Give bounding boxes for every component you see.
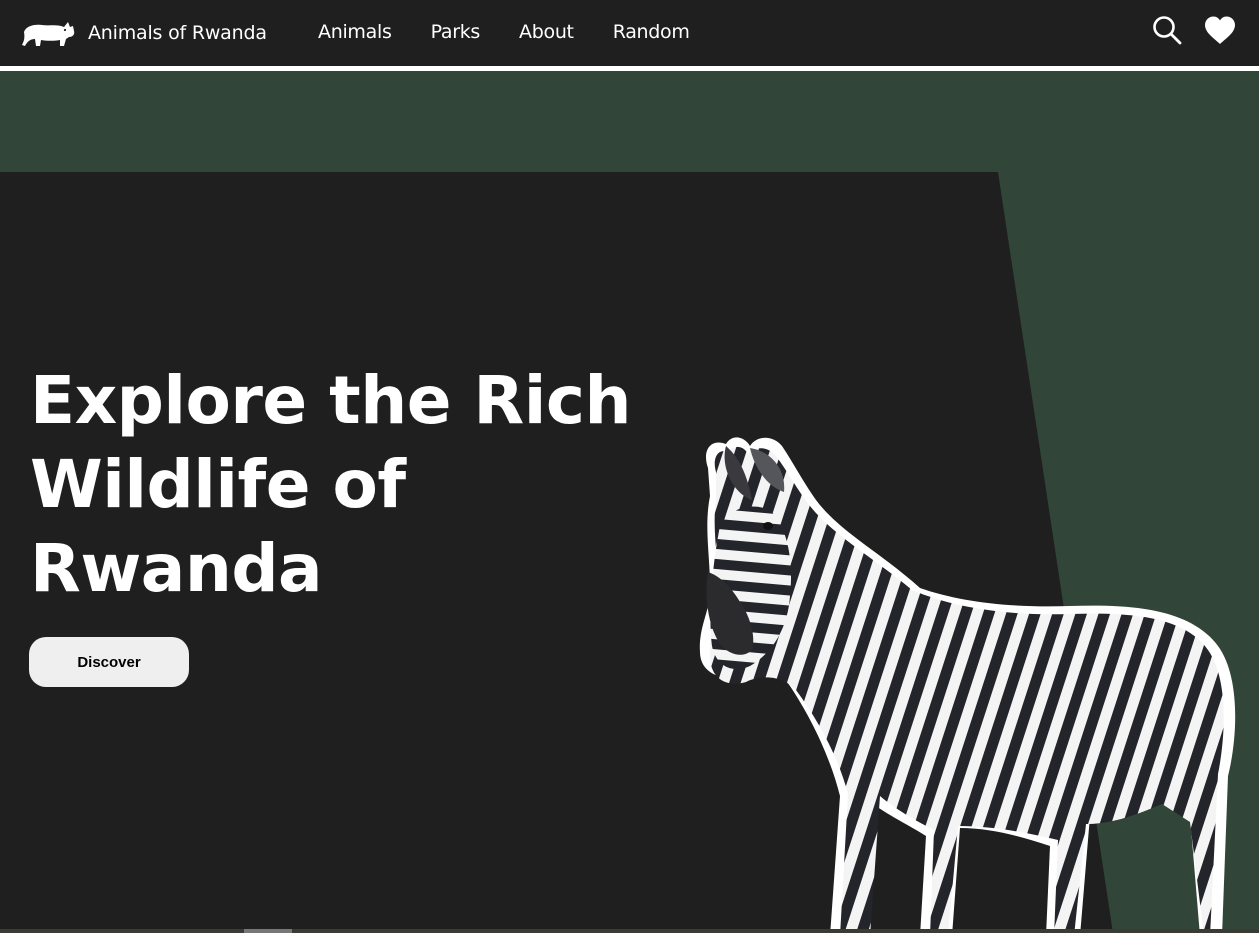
search-button[interactable] <box>1150 15 1184 49</box>
nav-link-parks[interactable]: Parks <box>431 18 481 46</box>
horizontal-scrollbar[interactable] <box>244 929 292 933</box>
nav-link-random[interactable]: Random <box>613 18 690 46</box>
heart-icon <box>1203 15 1237 49</box>
brand-name: Animals of Rwanda <box>88 22 267 44</box>
nav-link-animals[interactable]: Animals <box>318 18 392 46</box>
navbar: Animals of Rwanda Animals Parks About Ra… <box>0 0 1259 66</box>
bottom-edge <box>0 929 1259 933</box>
brand-home-link[interactable]: Animals of Rwanda <box>20 16 267 50</box>
favorites-button[interactable] <box>1203 15 1237 49</box>
zebra-image <box>690 376 1250 933</box>
main-nav: Animals Parks About Random <box>318 18 729 46</box>
hero-section: Explore the Rich Wildlife of Rwanda Disc… <box>0 71 1259 933</box>
rhino-icon <box>20 18 76 48</box>
hero-title: Explore the Rich Wildlife of Rwanda <box>30 362 632 607</box>
discover-button[interactable]: Discover <box>29 637 189 687</box>
search-icon <box>1151 14 1183 50</box>
nav-link-about[interactable]: About <box>519 18 574 46</box>
